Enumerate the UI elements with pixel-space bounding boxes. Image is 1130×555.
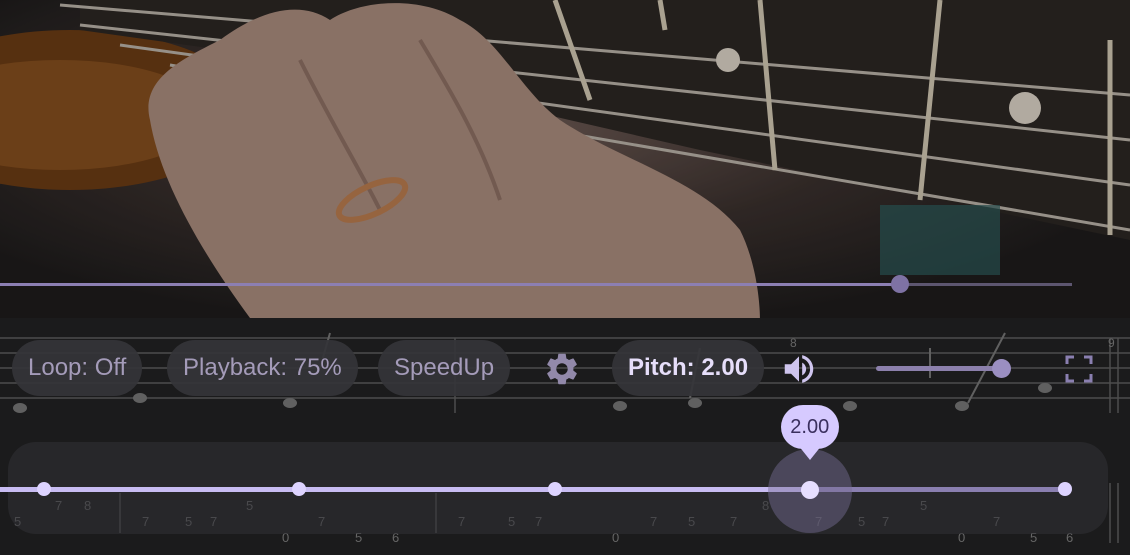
pitch-slider-fill: [0, 487, 810, 492]
pitch-slider[interactable]: [0, 487, 1065, 492]
measure-number: 8: [790, 336, 797, 350]
playback-speed-button[interactable]: Playback: 75%: [167, 340, 358, 396]
pitch-value-label: 2.00: [790, 416, 830, 438]
loop-button[interactable]: Loop: Off: [12, 340, 143, 396]
volume-slider[interactable]: [876, 366, 1002, 371]
gear-icon[interactable]: [543, 350, 581, 388]
volume-thumb[interactable]: [992, 359, 1011, 378]
guitar-video-image: [0, 0, 1130, 318]
measure-number: 9: [1108, 336, 1115, 350]
pitch-button[interactable]: Pitch: 2.00: [612, 340, 765, 396]
progress-fill: [0, 283, 901, 286]
progress-bar[interactable]: [0, 275, 1072, 293]
fullscreen-icon[interactable]: [1064, 354, 1094, 384]
pitch-slider-thumb[interactable]: [800, 481, 819, 499]
video-frame[interactable]: [0, 0, 1130, 318]
pitch-tick[interactable]: [547, 482, 562, 496]
video-player: 5 7 8 7 5 7 5 0 7 5 6 7 5 7 0 7 5 7 8 7 …: [0, 0, 1130, 555]
speaker-icon[interactable]: [780, 350, 818, 388]
pitch-tick[interactable]: [37, 482, 51, 496]
pitch-value-tooltip: 2.00: [780, 405, 839, 460]
pitch-tick[interactable]: [1058, 482, 1072, 496]
speedup-button[interactable]: SpeedUp: [378, 340, 511, 396]
